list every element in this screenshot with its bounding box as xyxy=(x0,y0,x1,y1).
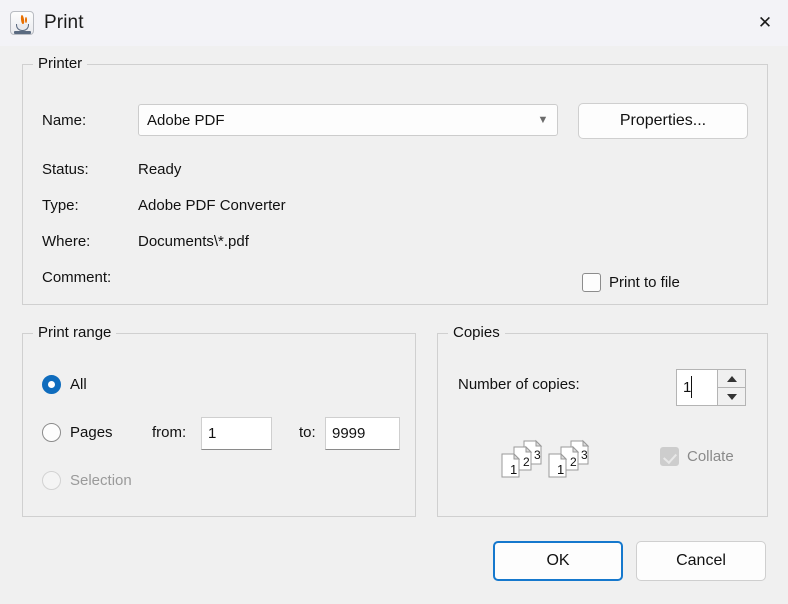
svg-text:3: 3 xyxy=(581,448,588,462)
collate-illustration: 3 2 1 3 2 1 xyxy=(501,439,590,478)
svg-text:3: 3 xyxy=(534,448,541,462)
radio-circle-icon xyxy=(42,423,61,442)
ok-button[interactable]: OK xyxy=(493,541,623,581)
printer-name-label: Name: xyxy=(42,112,87,129)
checkbox-box-icon xyxy=(582,273,601,292)
print-to-file-label: Print to file xyxy=(609,274,680,291)
radio-selection-label: Selection xyxy=(70,472,132,489)
copies-group-title: Copies xyxy=(448,324,505,341)
print-range-group-title: Print range xyxy=(33,324,117,341)
printer-status-value: Ready xyxy=(138,161,182,178)
collate-label: Collate xyxy=(687,448,734,465)
number-of-copies-value[interactable]: 1 xyxy=(677,370,717,405)
svg-text:2: 2 xyxy=(523,455,530,469)
radio-circle-icon xyxy=(42,471,61,490)
radio-pages[interactable]: Pages xyxy=(42,423,113,442)
number-of-copies-label: Number of copies: xyxy=(458,376,580,393)
printer-type-label: Type: xyxy=(42,197,79,214)
printer-comment-label: Comment: xyxy=(42,269,112,286)
triangle-down-icon[interactable] xyxy=(718,387,745,405)
radio-dot-icon xyxy=(42,375,61,394)
printer-status-label: Status: xyxy=(42,161,89,178)
svg-text:2: 2 xyxy=(570,455,577,469)
printer-group-title: Printer xyxy=(33,55,88,72)
to-input[interactable]: 9999 xyxy=(325,417,400,450)
copies-group: Copies xyxy=(437,324,768,517)
print-to-file-checkbox[interactable]: Print to file xyxy=(582,273,680,292)
cancel-button[interactable]: Cancel xyxy=(636,541,766,581)
printer-name-combobox[interactable]: Adobe PDF ▼ xyxy=(138,104,558,136)
radio-pages-label: Pages xyxy=(70,424,113,441)
from-label: from: xyxy=(152,424,187,441)
radio-all[interactable]: All xyxy=(42,375,87,394)
triangle-up-icon[interactable] xyxy=(718,370,745,387)
printer-name-value: Adobe PDF xyxy=(147,111,225,129)
printer-where-value: Documents\*.pdf xyxy=(138,233,249,250)
printer-where-label: Where: xyxy=(42,233,91,250)
window-title: Print xyxy=(44,12,84,33)
svg-text:1: 1 xyxy=(557,462,564,477)
from-input[interactable]: 1 xyxy=(201,417,272,450)
chevron-down-icon[interactable]: ▼ xyxy=(529,114,557,126)
stepper-buttons xyxy=(717,370,745,405)
checkbox-check-icon xyxy=(660,447,679,466)
printer-type-value: Adobe PDF Converter xyxy=(138,197,286,214)
printer-group: Printer xyxy=(22,55,768,305)
close-icon[interactable]: ✕ xyxy=(742,0,788,46)
to-label: to: xyxy=(299,424,316,441)
radio-selection: Selection xyxy=(42,471,132,490)
java-coffee-cup-icon xyxy=(10,11,34,35)
svg-text:1: 1 xyxy=(510,462,517,477)
radio-all-label: All xyxy=(70,376,87,393)
collate-checkbox: Collate xyxy=(660,447,734,466)
title-bar: Print ✕ xyxy=(0,0,788,46)
number-of-copies-stepper[interactable]: 1 xyxy=(676,369,746,406)
properties-button[interactable]: Properties... xyxy=(578,103,748,139)
